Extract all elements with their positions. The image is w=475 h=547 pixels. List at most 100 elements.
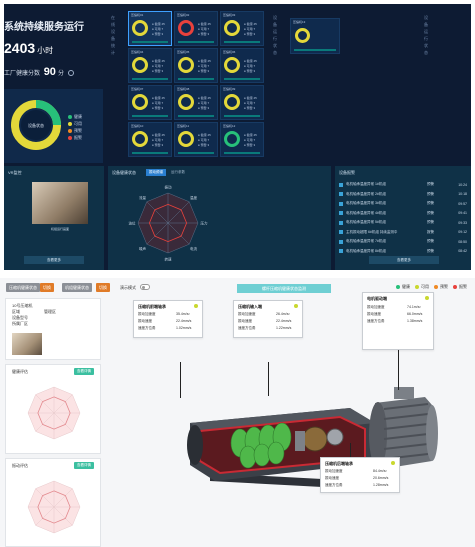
alarm-text: 电机轴承温度异常 5#机组 [346, 220, 386, 224]
alarm-level: 预警 [427, 239, 434, 243]
alarm-row[interactable]: 电机轴承温度异常 8#机组 预警 08:42 [339, 247, 467, 256]
device-field-3: 所属厂区 [12, 321, 28, 326]
screw-compressor-model[interactable] [170, 353, 450, 503]
compressor-gauge-extra[interactable]: 压缩机13 [290, 18, 340, 54]
gauge-bar [178, 41, 214, 43]
gauge-bar [132, 115, 168, 117]
gauge-name: 压缩机08 [177, 87, 190, 91]
legend-label: 报警 [74, 134, 82, 140]
device-status-donut-panel: 设备状态 健康 可用 预警 报警 [4, 89, 103, 163]
vibration-radar-card: 振动评估 查看详情 [5, 458, 101, 547]
alarm-row[interactable]: 电机轴承温度异常 4#机组 预警 09:41 [339, 209, 467, 218]
gauge-stat: ● 可用 7 [152, 64, 164, 68]
compressor-gauge-card[interactable]: 压缩机09 ● 健康 45 ● 可用 7 ● 预警 3 [220, 85, 264, 120]
gauge-bar [132, 41, 168, 43]
side-label-char: 在 [111, 15, 115, 20]
compressor-gauge-card[interactable]: 压缩机06 ● 健康 45 ● 可用 7 ● 预警 3 [220, 48, 264, 83]
sensor-infobox[interactable]: 压缩机前端轴承 振动加速度 35.4m/s² 振动速度 22.4mm/s 速度方位角 1.0… [133, 300, 203, 338]
legend-label: 可用 [74, 120, 82, 126]
status-dot-icon [453, 285, 457, 289]
video-more-button[interactable]: 查看更多 [24, 256, 84, 264]
infobox-value: 1.28mm/s [373, 483, 389, 487]
compressor-gauge-card[interactable]: 压缩机08 ● 健康 45 ● 可用 7 ● 预警 3 [174, 85, 218, 120]
alarm-more-button[interactable]: 查看更多 [369, 256, 439, 264]
demo-mode-toggle[interactable] [140, 284, 150, 290]
alarm-row[interactable]: 电机轴承温度异常 7#机组 预警 08:50 [339, 237, 467, 246]
tab-compressor-health[interactable]: 压缩机健康状态 [6, 283, 40, 292]
alarm-row[interactable]: 电机轴承温度异常 5#机组 预警 09:33 [339, 218, 467, 227]
alarm-row[interactable]: 主机振动超限 6#机组 持续监测中 报警 09:12 [339, 228, 467, 237]
video-panel-title: VR监控 [8, 170, 22, 175]
left-panel: 10号压缩机 区域 管理区 设备型号 所属厂区 健康评估 查看详情 振动评估 查… [5, 298, 101, 547]
legend-item: 健康 [68, 113, 82, 120]
info-icon[interactable] [67, 70, 74, 77]
alarm-level: 预警 [427, 182, 434, 186]
machine-photo[interactable] [32, 182, 88, 224]
sensor-infobox[interactable]: 压缩机输入端 振动加速度 26.4m/s² 振动速度 22.4mm/s 速度方位角 1.22… [233, 300, 303, 338]
tab-unit-health[interactable]: 机组健康状态 [62, 283, 92, 292]
sensor-infobox[interactable]: 压缩机后端轴承 振动加速度 84.4m/s² 振动速度 20.6mm/s 速度方位角 1.2… [320, 457, 400, 493]
side-label-char: 行 [424, 36, 428, 41]
alarm-icon [339, 201, 343, 206]
gauge-stat: ● 健康 45 [198, 22, 211, 26]
radar-tab-1[interactable]: 振动频谱 [146, 169, 166, 176]
gauge-name: 压缩机04 [131, 50, 144, 54]
gauge-name: 压缩机12 [223, 124, 236, 128]
health-radar-title: 健康评估 [12, 369, 28, 374]
switch-button-2[interactable]: 切换 [96, 283, 110, 292]
screen: 系统持续服务运行 2403 小时 工厂健康分数 90 分 设备状态 健康 可用 预警 报警… [0, 0, 475, 547]
alarm-row[interactable]: 电机轴承温度异常 2#机组 预警 10:18 [339, 190, 467, 199]
uptime-hours: 2403 小时 [4, 40, 53, 56]
gauge-ring-icon [295, 28, 310, 43]
alarm-row[interactable]: 电机轴承温度异常 3#机组 预警 09:57 [339, 199, 467, 208]
radar-chart: 振动温度压力电流转速 噪声 油位 流量 [129, 185, 208, 262]
gauge-bar [178, 152, 214, 154]
side-label-char: 线 [111, 22, 115, 27]
gauge-stat: ● 可用 7 [244, 138, 256, 142]
sensor-infobox[interactable]: 电机驱动端 振动加速度 74.1m/s² 振动速度 66.0mm/s 速度方位角 1.38m… [362, 292, 434, 350]
gauge-stat: ● 健康 45 [198, 96, 211, 100]
switch-button-1[interactable]: 切换 [40, 283, 54, 292]
alarm-panel-title: 设备报警 [339, 170, 355, 175]
gauge-name: 压缩机09 [223, 87, 236, 91]
radar-tab-2[interactable]: 运行参数 [168, 169, 188, 176]
gauge-ring-icon [132, 94, 148, 110]
compressor-gauge-card[interactable]: 压缩机01 ● 健康 45 ● 可用 7 ● 预警 3 [128, 11, 172, 46]
alarm-row[interactable]: 电机轴承温度异常 1#机组 预警 10:24 [339, 180, 467, 189]
uptime-value: 2403 [4, 40, 36, 56]
compressor-gauge-card[interactable]: 压缩机04 ● 健康 45 ● 可用 7 ● 预警 3 [128, 48, 172, 83]
status-ok-icon [194, 304, 198, 308]
alarm-icon [339, 192, 343, 196]
compressor-gauge-card[interactable]: 压缩机10 ● 健康 45 ● 可用 7 ● 预警 3 [128, 122, 172, 157]
infobox-value: 1.22mm/s [276, 326, 292, 330]
gauge-ring-icon [224, 131, 240, 147]
radar-axis-label: 转速 [165, 257, 172, 262]
compressor-gauge-card[interactable]: 压缩机02 ● 健康 45 ● 可用 7 ● 预警 3 [174, 11, 218, 46]
side-label-char: 态 [273, 50, 277, 55]
compressor-gauge-card[interactable]: 压缩机07 ● 健康 45 ● 可用 7 ● 预警 3 [128, 85, 172, 120]
device-thumbnail[interactable] [12, 333, 42, 355]
gauge-stat: ● 预警 3 [152, 143, 164, 147]
alarm-text: 主机振动超限 6#机组 持续监测中 [346, 229, 398, 234]
health-detail-button[interactable]: 查看详情 [74, 368, 94, 375]
health-radar-card: 健康评估 查看详情 [5, 364, 101, 454]
infobox-value: 1.02mm/s [176, 326, 192, 330]
vibration-radar-chart [27, 480, 81, 534]
infobox-label: 振动加速度 [325, 469, 343, 473]
gauge-bar [224, 152, 260, 154]
infobox-label: 速度方位角 [325, 483, 343, 487]
infobox-row: 振动加速度 74.1m/s² [367, 305, 429, 311]
page-title: 螺杆压缩机健康状态监测 [237, 284, 331, 293]
compressor-gauge-card[interactable]: 压缩机03 ● 健康 45 ● 可用 7 ● 预警 3 [220, 11, 264, 46]
status-ok-icon [391, 461, 395, 465]
compressor-gauge-card[interactable]: 压缩机12 ● 健康 45 ● 可用 7 ● 预警 3 [220, 122, 264, 157]
gauge-name: 压缩机06 [223, 50, 236, 54]
compressor-gauge-card[interactable]: 压缩机05 ● 健康 45 ● 可用 7 ● 预警 3 [174, 48, 218, 83]
device-info-card: 10号压缩机 区域 管理区 设备型号 所属厂区 [5, 298, 101, 360]
infobox-value: 1.38mm/s [407, 319, 423, 323]
legend-dot-icon [68, 135, 72, 140]
compressor-gauge-card[interactable]: 压缩机11 ● 健康 45 ● 可用 7 ● 预警 3 [174, 122, 218, 157]
side-label-char: 备 [424, 22, 428, 27]
vibration-detail-button[interactable]: 查看详情 [74, 462, 94, 469]
compressor-gauge-grid: 压缩机01 ● 健康 45 ● 可用 7 ● 预警 3 压缩机02 ● 健康 45 ● 可用… [128, 11, 264, 157]
